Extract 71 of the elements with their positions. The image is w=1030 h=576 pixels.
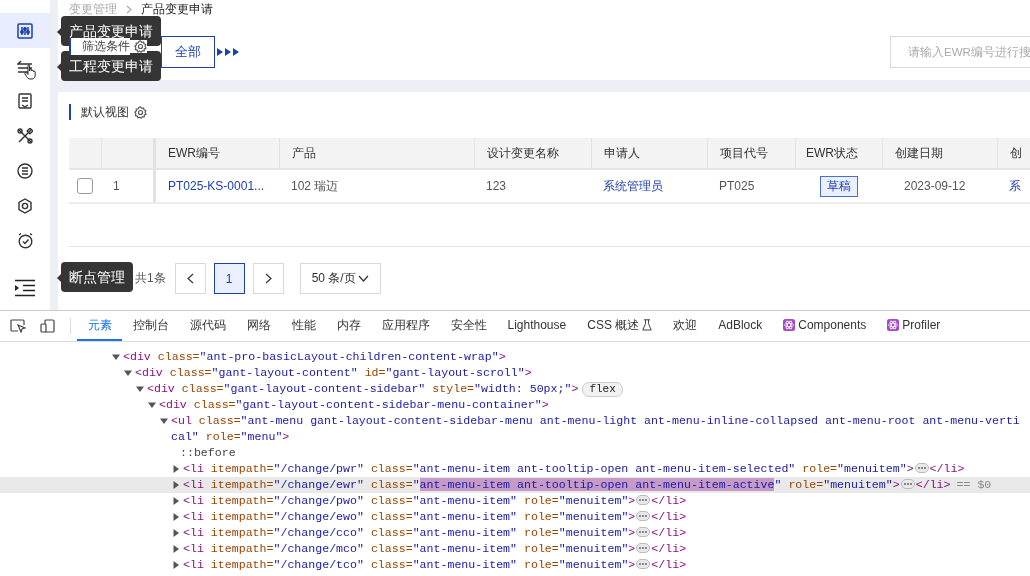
table-cell: PT025 <box>719 179 755 193</box>
page-size-select[interactable]: 50 条/页 <box>299 263 381 294</box>
html-tag[interactable]: <div class="ant-pro-basicLayout-children-content-wrap"> <box>123 349 506 365</box>
devtools-tab[interactable]: 网络 <box>236 311 281 341</box>
html-tag[interactable]: <li itempath="/change/ewo" class="ant-menu-item" role="menuitem"> <box>183 509 636 525</box>
table-link[interactable]: 系 <box>1009 177 1021 195</box>
devtools-tab[interactable]: AdBlock <box>707 311 773 341</box>
devtools-tab[interactable]: 元素 <box>77 311 122 341</box>
dom-node-row[interactable]: <li itempath="/change/pwr" class="ant-menu-item ant-tooltip-open ant-menu-item-selected" role="menuitem"> </li> <box>172 461 1030 477</box>
filter-label: 筛选条件 <box>69 37 130 55</box>
page-button[interactable]: 1 <box>213 263 245 294</box>
column-header[interactable]: EWR编号 <box>153 138 279 168</box>
devtools-tab[interactable]: 内存 <box>326 311 371 341</box>
closing-tag: </li> <box>651 558 687 571</box>
html-tag[interactable]: <li itempath="/change/tco" class="ant-menu-item" role="menuitem"> <box>183 557 636 573</box>
table-cell: 102 瑞迈 <box>291 177 339 195</box>
devtools-tab[interactable]: 控制台 <box>122 311 179 341</box>
devtools-tab[interactable]: CSS 概述 <box>576 311 663 341</box>
html-tag[interactable]: <li itempath="/change/mco" class="ant-menu-item" role="menuitem"> <box>183 541 636 557</box>
table-cell: 2023-09-12 <box>904 179 966 193</box>
html-tag[interactable]: <div class="gant-layout-content-sidebar" style="width: 50px;"> <box>147 381 579 397</box>
selected-node-marker: == $0 <box>956 478 992 491</box>
html-tag[interactable]: <li itempath="/change/pwr" class="ant-menu-item ant-tooltip-open ant-menu-item-selected" role="menuitem"> <box>183 461 914 477</box>
total-count: 共1条 <box>135 270 166 287</box>
closing-tag: </li> <box>651 494 687 507</box>
column-header[interactable]: 项目代号 <box>707 138 795 168</box>
dom-node-row[interactable]: <li itempath="/change/ewr" class="ant-menu-item ant-tooltip-open ant-menu-item-active" role="menuitem"> </li> == $0 <box>0 477 1030 493</box>
html-tag[interactable]: <div class="gant-layout-content-sidebar-menu-container"> <box>159 397 549 413</box>
closing-tag: </li> <box>651 542 687 555</box>
devtools-tab[interactable]: 性能 <box>281 311 326 341</box>
column-header[interactable]: 产品 <box>279 138 474 168</box>
devtools-tab[interactable]: 欢迎 <box>662 311 708 341</box>
dom-node-row[interactable]: <div class="gant-layout-content" id="gant-layout-scroll"> <box>124 365 1030 381</box>
devtools-tab[interactable]: 源代码 <box>179 311 236 341</box>
html-tag[interactable]: <li itempath="/change/pwo" class="ant-menu-item" role="menuitem"> <box>183 493 636 509</box>
pseudo-element[interactable]: ::before <box>180 445 236 461</box>
dom-node-row[interactable]: <div class="gant-layout-content-sidebar-menu-container"> <box>148 397 1030 413</box>
breadcrumb-item: 产品变更申请 <box>141 0 213 18</box>
dom-node-row[interactable]: <li itempath="/change/cco" class="ant-menu-item" role="menuitem"> </li> <box>172 525 1030 541</box>
column-header[interactable]: EWR状态 <box>795 138 882 168</box>
devtools-tab[interactable]: Components <box>772 311 877 341</box>
dom-node-row[interactable]: <li itempath="/change/tco" class="ant-menu-item" role="menuitem"> </li> <box>172 557 1030 573</box>
devtools-tab[interactable]: 安全性 <box>440 311 497 341</box>
column-header[interactable]: 创建日期 <box>882 138 997 168</box>
status-tag: 草稿 <box>819 175 858 197</box>
table-cell: 123 <box>486 179 507 193</box>
devtools-tab[interactable]: Profiler <box>876 311 951 341</box>
filter-option[interactable]: 全部 <box>161 36 215 68</box>
column-header[interactable]: 设计变更名称 <box>474 138 591 168</box>
flex-badge[interactable]: flex <box>582 382 623 397</box>
html-tag[interactable]: <li itempath="/change/cco" class="ant-menu-item" role="menuitem"> <box>183 525 636 541</box>
view-title: 默认视图 <box>81 103 129 121</box>
closing-tag: </li> <box>651 510 687 523</box>
closing-tag: </li> <box>929 462 965 475</box>
dom-node-row[interactable]: <div class="ant-pro-basicLayout-children-content-wrap"> <box>112 349 1030 365</box>
dom-node-row[interactable]: <li itempath="/change/pwo" class="ant-menu-item" role="menuitem"> </li> <box>172 493 1030 509</box>
html-tag[interactable]: <div class="gant-layout-content" id="gant-layout-scroll"> <box>135 365 532 381</box>
table-link[interactable]: PT025-KS-0001... <box>168 179 265 193</box>
column-header[interactable]: 创 <box>997 138 1030 168</box>
dom-node-row[interactable]: <div class="gant-layout-content-sidebar" style="width: 50px;"> flex <box>136 381 1030 397</box>
dom-node-row[interactable]: <li itempath="/change/ewo" class="ant-menu-item" role="menuitem"> </li> <box>172 509 1030 525</box>
devtools-tab[interactable]: Lighthouse <box>497 311 577 341</box>
closing-tag: </li> <box>651 526 687 539</box>
table-link[interactable]: 系统管理员 <box>603 177 663 195</box>
row-number: 1 <box>113 179 120 193</box>
column-header[interactable]: 申请人 <box>591 138 707 168</box>
devtools-tab[interactable]: 应用程序 <box>371 311 440 341</box>
dom-node-row[interactable]: <li itempath="/change/mco" class="ant-menu-item" role="menuitem"> </li> <box>172 541 1030 557</box>
closing-tag: </li> <box>915 478 951 491</box>
search-field[interactable]: 请输入EWR编号进行搜 <box>890 36 1030 68</box>
html-tag[interactable]: <li itempath="/change/ewr" class="ant-menu-item ant-tooltip-open ant-menu-item-active" role="menuitem"> <box>183 477 900 493</box>
